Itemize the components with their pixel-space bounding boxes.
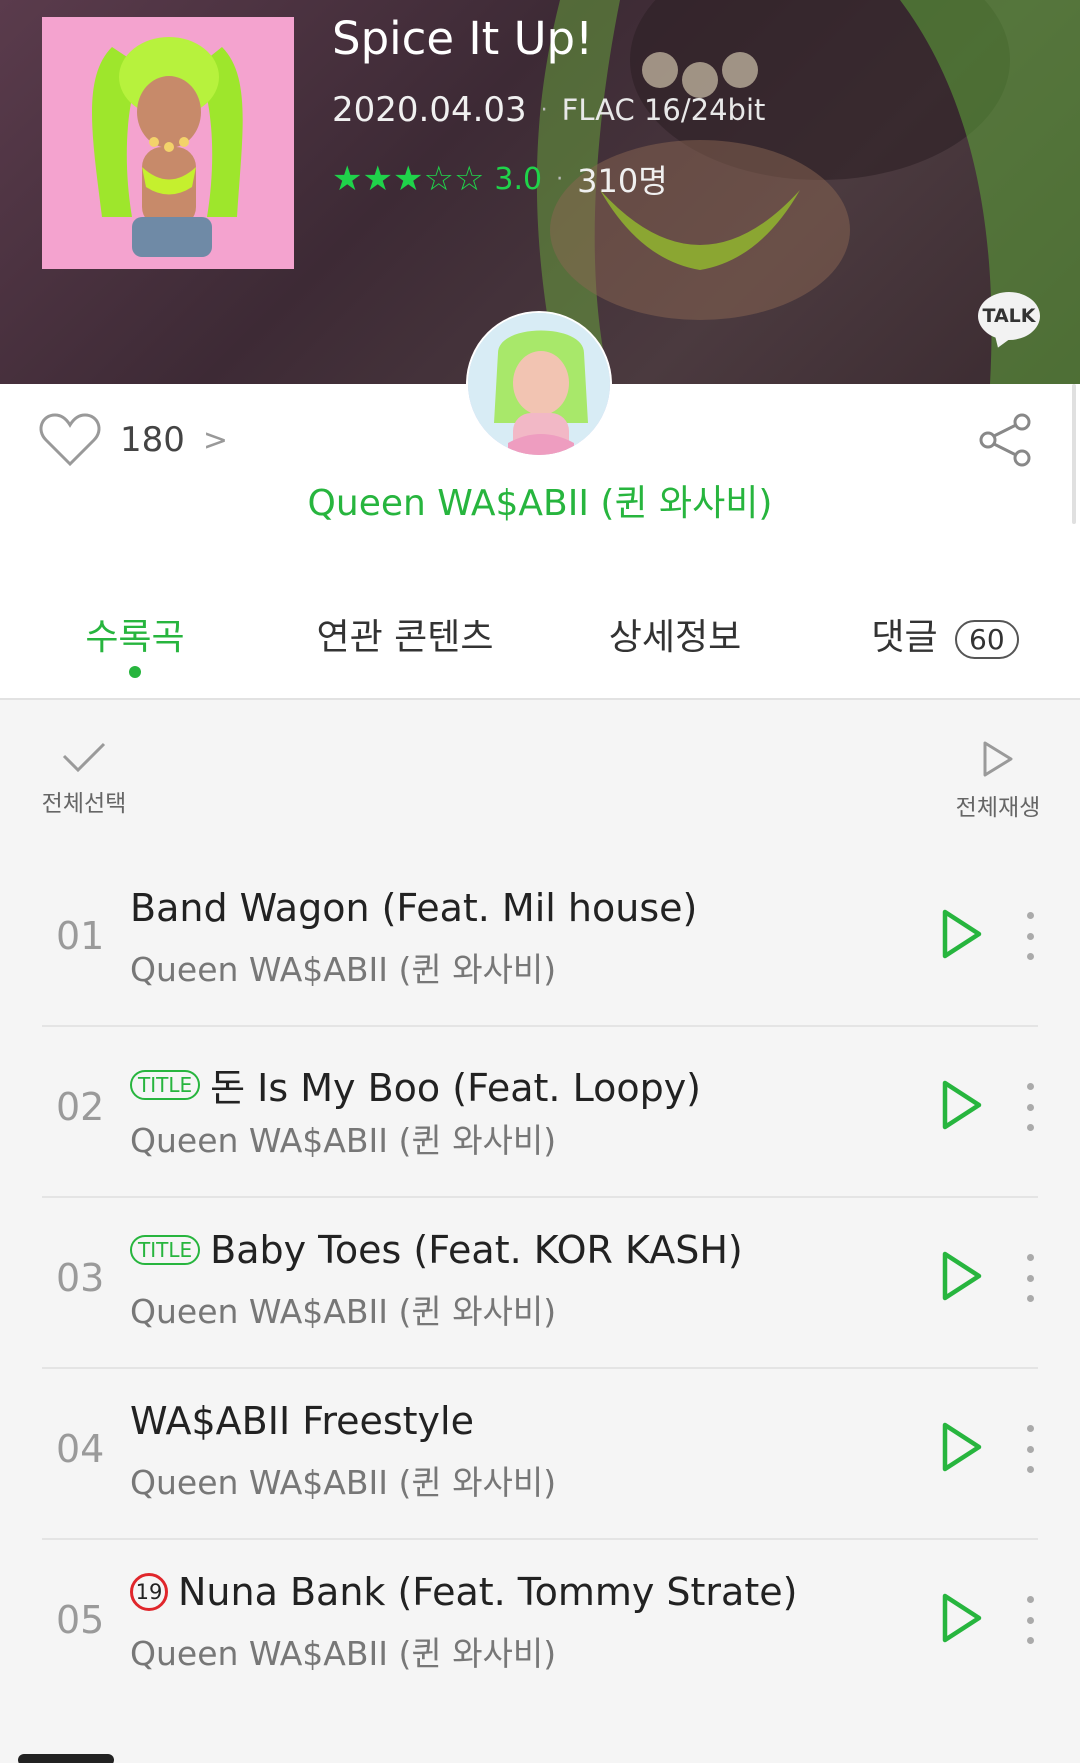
tab-label: 연관 콘텐츠 (316, 617, 494, 658)
select-all-button[interactable]: 전체선택 (36, 740, 132, 818)
album-meta: 2020.04.03 · FLAC 16/24bit (332, 90, 765, 130)
more-options-icon[interactable] (1020, 1596, 1040, 1644)
track-title: Nuna Bank (Feat. Tommy Strate) (178, 1570, 798, 1614)
system-nav-handle (18, 1754, 114, 1763)
track-row[interactable]: 02 TITLE 돈 Is My Boo (Feat. Loopy) Queen WA… (0, 1027, 1080, 1198)
play-all-button[interactable]: 전체재생 (948, 740, 1048, 822)
audio-format: FLAC 16/24bit (561, 93, 766, 127)
tab-divider (0, 698, 1080, 700)
more-options-icon[interactable] (1020, 912, 1040, 960)
tab-label: 댓글 (871, 617, 938, 658)
play-icon[interactable] (940, 1079, 984, 1131)
chevron-right-icon: > (202, 422, 229, 458)
more-dot (1026, 1295, 1034, 1302)
track-number: 04 (56, 1427, 105, 1471)
track-title-line: TITLE 돈 Is My Boo (Feat. Loopy) (130, 1057, 701, 1112)
play-icon[interactable] (940, 908, 984, 960)
more-dot (1026, 1083, 1034, 1090)
artist-name-link[interactable]: Queen WA$ABII (퀸 와사비) (0, 474, 1080, 526)
track-title: Band Wagon (Feat. Mil house) (130, 886, 698, 930)
tab-bar: 수록곡 연관 콘텐츠 상세정보 댓글 60 (0, 600, 1080, 700)
more-dot (1026, 1596, 1034, 1603)
more-dot (1026, 1637, 1034, 1644)
track-row[interactable]: 04 WA$ABII Freestyle Queen WA$ABII (퀸 와사비) (0, 1369, 1080, 1540)
track-title-line: TITLE Baby Toes (Feat. KOR KASH) (130, 1228, 743, 1272)
track-row[interactable]: 05 19 Nuna Bank (Feat. Tommy Strate) Queen … (0, 1540, 1080, 1711)
tab-related-content[interactable]: 연관 콘텐츠 (270, 600, 540, 700)
more-options-icon[interactable] (1020, 1425, 1040, 1473)
track-artist: Queen WA$ABII (퀸 와사비) (130, 950, 557, 989)
tab-label: 수록곡 (85, 617, 185, 658)
star-filled-icon: ★ (362, 159, 393, 199)
checkmark-icon (62, 742, 106, 773)
star-empty-icon: ☆ (453, 159, 485, 199)
title-track-badge: TITLE (130, 1069, 201, 1100)
more-dot (1026, 1254, 1034, 1261)
album-title: Spice It Up! (332, 12, 594, 65)
tab-label: 상세정보 (608, 617, 742, 658)
select-all-label: 전체선택 (41, 791, 127, 817)
track-title-line: WA$ABII Freestyle (130, 1399, 474, 1443)
play-icon[interactable] (940, 1592, 984, 1644)
tab-comments[interactable]: 댓글 60 (810, 600, 1080, 700)
more-dot (1026, 932, 1034, 940)
album-cover-art (42, 17, 294, 269)
rating-score: 3.0 (494, 161, 543, 197)
track-artist: Queen WA$ABII (퀸 와사비) (130, 1463, 557, 1502)
meta-separator: · (540, 97, 548, 123)
more-dot (1026, 1616, 1034, 1624)
album-cover[interactable] (42, 17, 294, 269)
track-title-line: 19 Nuna Bank (Feat. Tommy Strate) (130, 1570, 797, 1614)
track-number: 02 (56, 1085, 105, 1129)
play-all-label: 전체재생 (955, 795, 1041, 821)
tab-tracks[interactable]: 수록곡 (0, 600, 270, 700)
star-empty-icon: ☆ (423, 159, 454, 199)
more-dot (1026, 1103, 1034, 1111)
like-count: 180 (120, 420, 185, 460)
rating-count: 310명 (577, 162, 668, 200)
rating-stars: ★★★☆☆ (332, 162, 484, 196)
more-dot (1026, 1425, 1034, 1432)
track-row[interactable]: 01 Band Wagon (Feat. Mil house) Queen WA$A… (0, 856, 1080, 1027)
more-options-icon[interactable] (1020, 1254, 1040, 1302)
artist-avatar[interactable] (466, 311, 612, 457)
rating-separator: · (556, 166, 564, 192)
heart-icon[interactable] (38, 412, 102, 468)
track-title: Baby Toes (Feat. KOR KASH) (210, 1228, 743, 1272)
star-filled-icon: ★ (392, 159, 424, 199)
active-tab-indicator (129, 666, 141, 678)
play-outline-icon (983, 741, 1013, 777)
track-list: 01 Band Wagon (Feat. Mil house) Queen WA$A… (0, 856, 1080, 1711)
like-control[interactable]: 180 > (38, 412, 228, 468)
more-dot (1026, 1466, 1034, 1473)
comment-count-badge: 60 (955, 619, 1019, 659)
tab-details[interactable]: 상세정보 (540, 600, 810, 700)
release-date: 2020.04.03 (332, 90, 527, 130)
track-number: 03 (56, 1256, 105, 1300)
age-restriction-badge: 19 (130, 1573, 168, 1611)
star-filled-icon: ★ (332, 159, 363, 199)
more-dot (1026, 1274, 1034, 1282)
track-title: WA$ABII Freestyle (130, 1399, 474, 1443)
play-icon[interactable] (940, 1250, 984, 1302)
track-artist: Queen WA$ABII (퀸 와사비) (130, 1634, 557, 1673)
more-dot (1026, 912, 1034, 919)
more-options-icon[interactable] (1020, 1083, 1040, 1131)
play-icon[interactable] (940, 1421, 984, 1473)
track-number: 05 (56, 1598, 105, 1642)
track-title: 돈 Is My Boo (Feat. Loopy) (210, 1066, 702, 1110)
more-dot (1026, 1124, 1034, 1131)
share-icon[interactable] (978, 412, 1034, 468)
track-row[interactable]: 03 TITLE Baby Toes (Feat. KOR KASH) Queen W… (0, 1198, 1080, 1369)
track-artist: Queen WA$ABII (퀸 와사비) (130, 1292, 557, 1331)
talk-button[interactable]: TALK (978, 292, 1040, 340)
track-artist: Queen WA$ABII (퀸 와사비) (130, 1121, 557, 1160)
track-number: 01 (56, 914, 105, 958)
track-title-line: Band Wagon (Feat. Mil house) (130, 886, 697, 930)
title-track-badge: TITLE (130, 1235, 201, 1265)
album-rating[interactable]: ★★★☆☆ 3.0 · 310명 (332, 156, 668, 202)
more-dot (1026, 953, 1034, 960)
artist-photo (468, 313, 610, 455)
more-dot (1026, 1445, 1034, 1453)
